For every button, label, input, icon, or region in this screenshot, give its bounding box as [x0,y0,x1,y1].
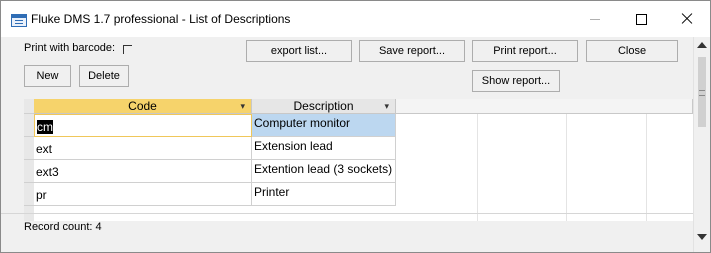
row-selector[interactable] [24,114,34,137]
cell-code[interactable]: cm [34,114,252,137]
show-report-button[interactable]: Show report... [472,70,560,92]
window-title: Fluke DMS 1.7 professional - List of Des… [31,12,291,26]
minimize-icon [590,18,600,20]
maximize-icon [635,13,647,25]
grid-divider [566,114,567,221]
column-header-label: Description [293,99,354,113]
column-header-code[interactable]: Code ▾ [34,99,252,114]
title-bar[interactable]: Fluke DMS 1.7 professional - List of Des… [1,1,710,37]
column-header-label: Code [128,99,157,113]
close-icon [681,13,693,25]
status-divider [1,213,693,214]
row-selector[interactable] [24,183,34,206]
select-all-corner[interactable] [24,99,34,114]
empty-header-area [396,99,693,114]
cell-code-text: ext3 [36,165,59,179]
column-header-description[interactable]: Description ▾ [252,99,396,114]
export-list-button[interactable]: export list... [246,40,352,62]
record-count: Record count: 4 [24,221,102,233]
app-window: Fluke DMS 1.7 professional - List of Des… [0,0,711,253]
grid-divider [477,114,478,221]
form-window-icon [11,14,27,27]
cell-description[interactable]: Extention lead (3 sockets) [252,160,396,183]
delete-button[interactable]: Delete [79,65,129,87]
cell-code[interactable]: pr [34,183,252,206]
scroll-up-icon[interactable] [697,42,707,48]
barcode-label: Print with barcode: [24,42,116,54]
descriptions-datasheet: Code ▾ Description ▾ cm Computer monitor… [24,99,693,221]
minimize-button[interactable] [572,1,618,37]
row-selector[interactable] [24,137,34,160]
sort-dropdown-icon[interactable]: ▾ [384,99,389,114]
grid-divider [646,114,647,221]
row-selector-column [24,99,34,221]
cell-description[interactable]: Extension lead [252,137,396,160]
scroll-grip-icon [699,90,705,96]
cell-code-text: cm [37,120,53,134]
save-report-button[interactable]: Save report... [359,40,465,62]
cell-code-text: pr [36,188,47,202]
barcode-checkbox[interactable] [123,45,132,54]
print-report-button[interactable]: Print report... [472,40,578,62]
maximize-button[interactable] [618,1,664,37]
cell-code-text: ext [36,142,53,156]
cell-description[interactable]: Computer monitor [252,114,396,137]
close-window-button[interactable] [664,1,710,37]
scroll-down-icon[interactable] [697,234,707,240]
close-button[interactable]: Close [586,40,678,62]
sort-dropdown-icon[interactable]: ▾ [240,99,245,114]
cell-code[interactable]: ext3 [34,160,252,183]
descriptions-form: Print with barcode: export list... Save … [1,37,693,252]
cell-description[interactable]: Printer [252,183,396,206]
new-button[interactable]: New [24,65,71,87]
cell-code[interactable]: ext [34,137,252,160]
vertical-scrollbar[interactable] [693,37,710,252]
row-selector[interactable] [24,160,34,183]
